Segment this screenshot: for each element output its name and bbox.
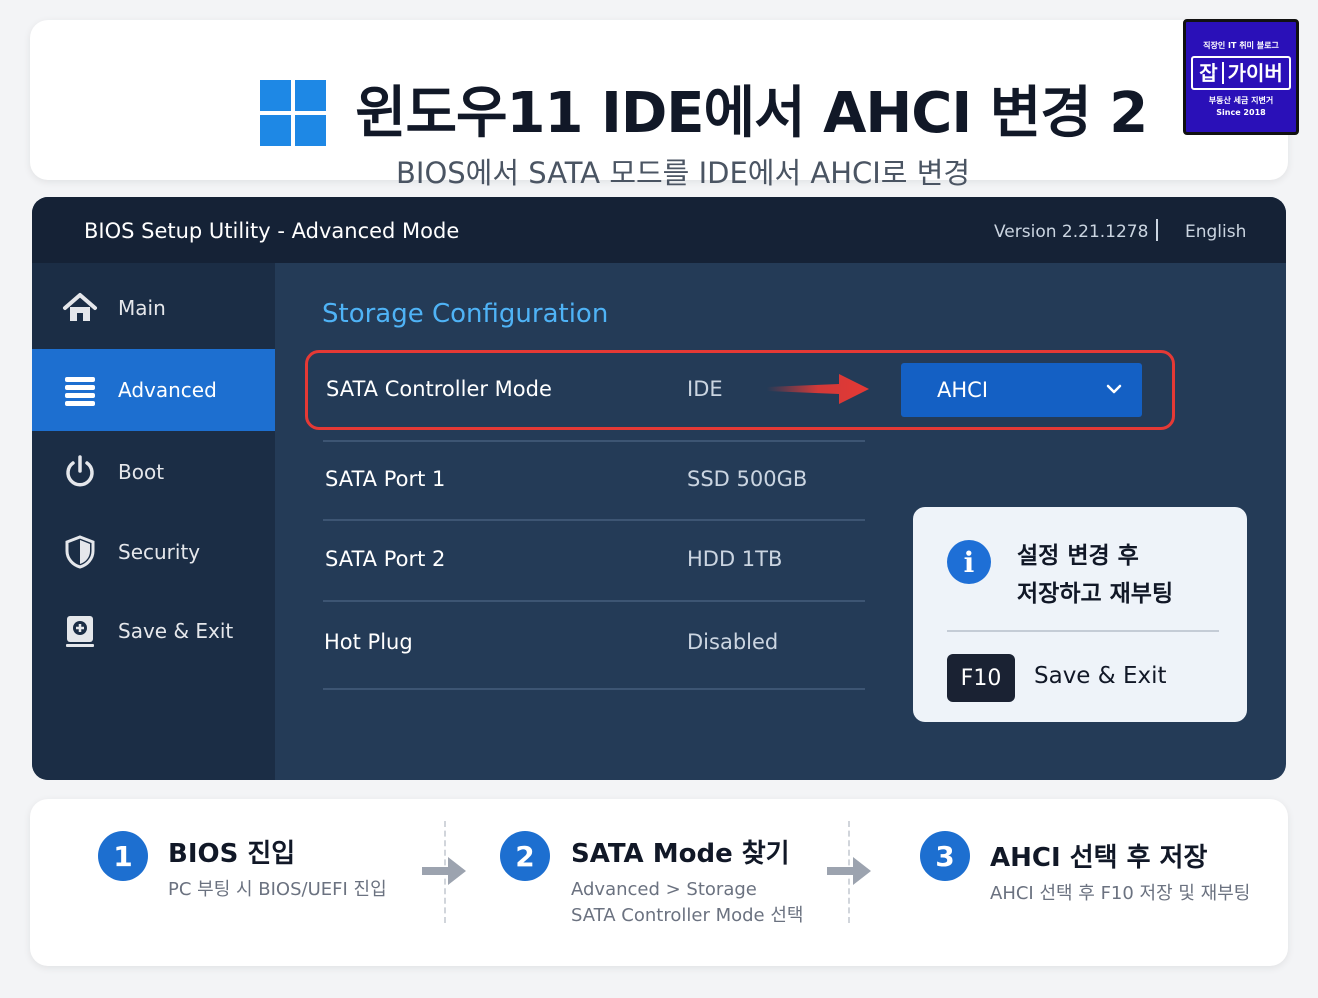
sidebar-item-label: Advanced: [118, 378, 217, 402]
info-line-1: 설정 변경 후: [1017, 543, 1139, 569]
home-icon: [62, 290, 98, 326]
sata-port-1-label[interactable]: SATA Port 1: [325, 467, 445, 491]
info-line-2: 저장하고 재부팅: [1017, 581, 1174, 607]
badge-top-text: 직장인 IT 취미 블로그: [1203, 41, 1279, 50]
sidebar-item-save-exit[interactable]: Save & Exit: [32, 590, 275, 672]
info-card: i 설정 변경 후 저장하고 재부팅 F10 Save & Exit: [913, 507, 1247, 722]
f10-key: F10: [947, 654, 1015, 702]
arrow-right-icon: [422, 857, 466, 885]
shield-icon: [62, 534, 98, 570]
step-description: SATA Controller Mode 선택: [571, 905, 804, 926]
sidebar-item-main[interactable]: Main: [32, 267, 275, 349]
sata-port-1-value: SSD 500GB: [687, 467, 808, 491]
sidebar-item-label: Boot: [118, 460, 165, 484]
step-description: AHCI 선택 후 F10 저장 및 재부팅: [990, 883, 1251, 904]
row-divider: [323, 440, 865, 442]
row-divider: [323, 688, 865, 690]
step-title: BIOS 진입: [168, 839, 296, 869]
brand-badge: 직장인 IT 취미 블로그 잡 가이버 부동산 세금 지변거 Since 201…: [1183, 19, 1299, 135]
sata-mode-selected-value: AHCI: [937, 378, 989, 402]
arrow-right-icon: [767, 374, 869, 404]
sata-port-2-value: HDD 1TB: [687, 547, 783, 571]
step-number: 2: [500, 831, 550, 881]
sidebar-item-advanced[interactable]: Advanced: [32, 349, 275, 431]
sata-controller-mode-label: SATA Controller Mode: [326, 377, 552, 401]
save-exit-icon: [62, 613, 98, 649]
step-title: SATA Mode 찾기: [571, 839, 790, 869]
bios-window: BIOS Setup Utility - Advanced Mode Versi…: [32, 197, 1286, 780]
row-divider: [323, 600, 865, 602]
info-divider: [947, 630, 1219, 632]
bios-title: BIOS Setup Utility - Advanced Mode: [84, 219, 460, 243]
current-mode-value: IDE: [687, 377, 723, 401]
badge-logo: 잡 가이버: [1191, 56, 1291, 90]
save-exit-hint: Save & Exit: [1034, 663, 1167, 689]
badge-separator: [1221, 62, 1224, 84]
title-separator: [1156, 219, 1158, 241]
header-card: 윈도우11 IDE에서 AHCI 변경 2 BIOS에서 SATA 모드를 ID…: [30, 20, 1288, 190]
page-title: 윈도우11 IDE에서 AHCI 변경 2: [355, 81, 1148, 146]
step-description: Advanced > Storage: [571, 879, 757, 900]
steps-card: 1 BIOS 진입 PC 부팅 시 BIOS/UEFI 진입 2 SATA Mo…: [30, 799, 1288, 966]
step-title: AHCI 선택 후 저장: [990, 843, 1208, 873]
badge-since-text: Since 2018: [1216, 108, 1266, 117]
sidebar-item-label: Save & Exit: [118, 619, 234, 643]
page-subtitle: BIOS에서 SATA 모드를 IDE에서 AHCI로 변경: [396, 156, 971, 190]
sata-mode-select[interactable]: AHCI: [901, 363, 1142, 417]
step-description: PC 부팅 시 BIOS/UEFI 진입: [168, 879, 387, 900]
sidebar-item-label: Security: [118, 540, 201, 564]
sidebar-item-label: Main: [118, 296, 166, 320]
power-icon: [62, 454, 98, 490]
row-divider: [323, 519, 865, 521]
list-icon: [62, 372, 98, 408]
bios-version: Version 2.21.1278: [994, 222, 1149, 242]
info-icon: i: [947, 540, 991, 584]
sidebar-item-security[interactable]: Security: [32, 511, 275, 593]
chevron-down-icon: [1106, 384, 1122, 394]
badge-right-text: 가이버: [1227, 61, 1283, 85]
sata-port-2-label[interactable]: SATA Port 2: [325, 547, 445, 571]
language-selector[interactable]: English: [1185, 222, 1246, 242]
info-message: 설정 변경 후 저장하고 재부팅: [1017, 537, 1173, 613]
step-number: 1: [98, 831, 148, 881]
badge-left-text: 잡: [1199, 61, 1218, 85]
section-title: Storage Configuration: [322, 299, 609, 329]
bios-title-bar: BIOS Setup Utility - Advanced Mode Versi…: [32, 197, 1286, 263]
bios-sidebar: Main Advanced Boot Security Save & Exit: [32, 263, 275, 780]
sidebar-item-boot[interactable]: Boot: [32, 431, 275, 513]
windows-logo-icon: [260, 80, 326, 146]
hot-plug-label[interactable]: Hot Plug: [324, 630, 413, 654]
badge-bottom-text: 부동산 세금 지변거: [1208, 96, 1274, 105]
arrow-right-icon: [827, 857, 871, 885]
hot-plug-value: Disabled: [687, 630, 779, 654]
step-number: 3: [920, 831, 970, 881]
